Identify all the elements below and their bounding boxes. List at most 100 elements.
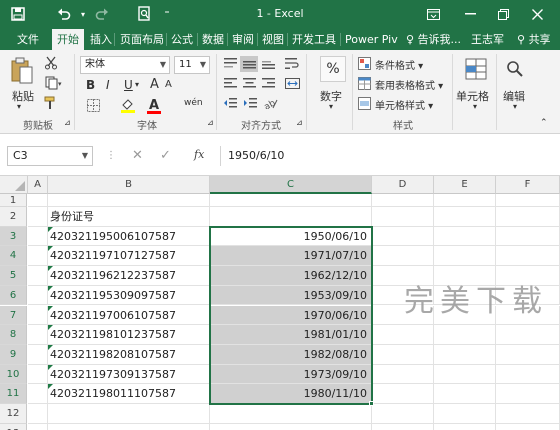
search-icon[interactable] <box>504 56 526 82</box>
format-as-table-icon[interactable] <box>357 76 371 90</box>
clipboard-launcher-icon[interactable]: ⊿ <box>64 118 71 127</box>
birth-date-cell[interactable]: 1973/09/10 <box>210 364 372 385</box>
cell-d11[interactable] <box>372 384 434 404</box>
tab-insert[interactable]: 插入 <box>85 29 117 50</box>
row-header-3[interactable]: 3 <box>0 226 27 247</box>
cell-a8[interactable] <box>28 325 48 345</box>
select-all-corner[interactable] <box>0 176 28 194</box>
undo-dropdown-icon[interactable]: ▾ <box>78 4 88 24</box>
column-header-e[interactable]: E <box>434 176 496 194</box>
error-indicator-icon[interactable] <box>48 384 53 390</box>
error-indicator-icon[interactable] <box>48 305 53 311</box>
cell-a12[interactable] <box>28 404 48 424</box>
cell-a5[interactable] <box>28 266 48 286</box>
cancel-icon[interactable]: ✕ <box>132 148 143 163</box>
align-right-icon[interactable] <box>260 76 276 90</box>
fill-color-icon[interactable] <box>118 97 138 113</box>
fill-handle[interactable] <box>369 401 374 406</box>
cell-e11[interactable] <box>434 384 496 404</box>
cell-e13[interactable] <box>434 423 496 430</box>
column-header-d[interactable]: D <box>372 176 434 194</box>
id-number-cell[interactable]: 420321197107127587 <box>48 246 210 267</box>
id-number-cell[interactable]: 420321198101237587 <box>48 325 210 345</box>
cell-a11[interactable] <box>28 384 48 404</box>
font-color-button[interactable]: A <box>146 96 162 114</box>
tab-home[interactable]: 开始 <box>52 29 84 50</box>
bottom-align-icon[interactable] <box>260 56 276 70</box>
column-header-f[interactable]: F <box>496 176 560 194</box>
error-indicator-icon[interactable] <box>48 364 53 370</box>
row-header-13[interactable]: 13 <box>0 423 27 430</box>
row-header-12[interactable]: 12 <box>0 404 27 424</box>
format-as-table-button[interactable]: 套用表格格式 ▾ <box>375 77 443 92</box>
error-indicator-icon[interactable] <box>48 226 53 232</box>
cell-e1[interactable] <box>434 194 496 207</box>
tab-power-pivot[interactable]: Power Piv <box>340 29 403 50</box>
tab-view[interactable]: 视图 <box>257 29 289 50</box>
cell-e4[interactable] <box>434 246 496 267</box>
cell-d10[interactable] <box>372 364 434 385</box>
increase-indent-icon[interactable] <box>242 96 258 110</box>
underline-button[interactable]: U <box>124 78 133 92</box>
row-header-7[interactable]: 7 <box>0 305 27 326</box>
italic-button[interactable]: I <box>106 78 110 92</box>
cell-d2[interactable] <box>372 207 434 227</box>
error-indicator-icon[interactable] <box>48 344 53 350</box>
enter-icon[interactable]: ✓ <box>160 148 171 163</box>
alignment-launcher-icon[interactable]: ⊿ <box>296 118 303 127</box>
cell-f1[interactable] <box>496 194 560 207</box>
cell-styles-button[interactable]: 单元格样式 ▾ <box>375 97 433 112</box>
id-number-cell[interactable]: 420321198208107587 <box>48 344 210 365</box>
cell-a4[interactable] <box>28 246 48 267</box>
birth-date-cell[interactable]: 1953/09/10 <box>210 285 372 306</box>
font-launcher-icon[interactable]: ⊿ <box>207 118 214 127</box>
editing-dropdown-icon[interactable]: ▾ <box>513 102 517 111</box>
id-number-cell[interactable]: 420321195006107587 <box>48 226 210 247</box>
phonetic-guide-button[interactable]: wén <box>184 98 203 108</box>
row-header-4[interactable]: 4 <box>0 246 27 267</box>
cell-f8[interactable] <box>496 325 560 345</box>
save-icon[interactable] <box>8 4 28 24</box>
cell-f10[interactable] <box>496 364 560 385</box>
cell-d4[interactable] <box>372 246 434 267</box>
cell-a2[interactable] <box>28 207 48 227</box>
tab-data[interactable]: 数据 <box>197 29 229 50</box>
tab-developer[interactable]: 开发工具 <box>287 29 341 50</box>
cell-f4[interactable] <box>496 246 560 267</box>
cell-c13[interactable] <box>210 423 372 430</box>
cell-d3[interactable] <box>372 226 434 247</box>
cell-e10[interactable] <box>434 364 496 385</box>
decrease-font-size-button[interactable]: A <box>165 79 172 90</box>
cell-a10[interactable] <box>28 364 48 385</box>
redo-icon[interactable] <box>92 4 112 24</box>
cell-e2[interactable] <box>434 207 496 227</box>
cell-styles-icon[interactable] <box>357 96 371 110</box>
copy-icon[interactable]: ▾ <box>42 75 66 91</box>
cell-e12[interactable] <box>434 404 496 424</box>
error-indicator-icon[interactable] <box>48 285 53 291</box>
row-header-11[interactable]: 11 <box>0 384 27 404</box>
align-center-icon[interactable] <box>241 76 257 90</box>
format-painter-icon[interactable] <box>42 95 60 111</box>
cell-c2[interactable] <box>210 207 372 227</box>
formula-bar-grip-icon[interactable]: ⋮ <box>106 150 116 161</box>
cell-f11[interactable] <box>496 384 560 404</box>
row-header-8[interactable]: 8 <box>0 325 27 345</box>
underline-dropdown-icon[interactable]: ▾ <box>135 80 139 89</box>
font-size-dropdown[interactable]: 11 ▼ <box>174 56 210 74</box>
cell-a6[interactable] <box>28 285 48 306</box>
orientation-icon[interactable]: ab <box>262 96 280 110</box>
birth-date-cell[interactable]: 1981/01/10 <box>210 325 372 345</box>
cell-f3[interactable] <box>496 226 560 247</box>
cell-f12[interactable] <box>496 404 560 424</box>
formula-input[interactable]: 1950/6/10 <box>220 146 554 166</box>
cell-c1[interactable] <box>210 194 372 207</box>
column-header-c[interactable]: C <box>210 176 372 194</box>
tab-page-layout[interactable]: 页面布局 <box>115 29 169 50</box>
birth-date-cell[interactable]: 1950/06/10 <box>210 226 372 247</box>
tell-me-search[interactable]: ♀ 告诉我... <box>401 29 466 50</box>
cut-icon[interactable] <box>42 55 60 71</box>
merge-center-icon[interactable] <box>282 76 302 90</box>
minimize-button[interactable] <box>455 3 485 25</box>
cell-b1[interactable] <box>48 194 210 207</box>
